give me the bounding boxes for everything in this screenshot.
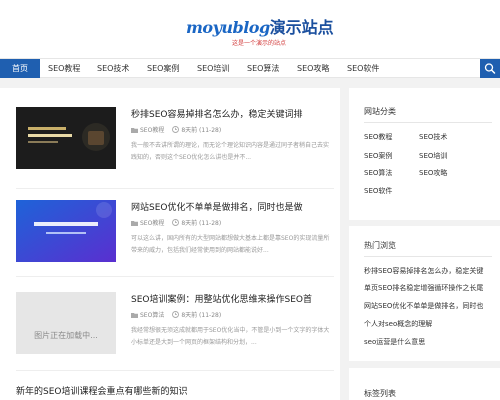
sidebar-hot-widget: 热门浏览 秒排SEO容易掉排名怎么办，稳定关键 单页SEO排名稳定增强循环操作之…	[349, 226, 500, 361]
sidebar-divider	[364, 256, 492, 257]
sidebar-hot-title: 热门浏览	[364, 241, 396, 250]
article-date: 8天前 (11-28)	[181, 312, 222, 319]
sidebar-categories-title: 网站分类	[364, 107, 396, 116]
sidebar-divider	[364, 122, 492, 123]
nav-item-seo-strategy[interactable]: SEO攻略	[297, 59, 329, 78]
search-button[interactable]	[480, 59, 500, 78]
nav-item-seo-tutorial[interactable]: SEO教程	[48, 59, 80, 78]
article-thumbnail[interactable]	[16, 200, 116, 262]
clock-icon	[172, 126, 180, 133]
nav-item-seo-algorithm[interactable]: SEO算法	[247, 59, 279, 78]
sidebar-category-link[interactable]: SEO软件	[364, 186, 392, 196]
article-title[interactable]: 秒排SEO容易掉排名怎么办，稳定关键词排	[131, 107, 303, 120]
sidebar-category-link[interactable]: SEO教程	[364, 132, 392, 142]
article-excerpt: 可以这么讲，国内所有的大型网站都想做大基本上都是靠SEO的实现流量所带来的威力，…	[131, 235, 330, 254]
site-header: moyublog 演示站点 这是一个演示的站点	[0, 0, 500, 58]
sidebar-category-link[interactable]: SEO算法	[364, 168, 392, 178]
article-meta: SEO教程 8天前 (11-28)	[131, 125, 221, 134]
article-item[interactable]: 秒排SEO容易掉排名怎么办，稳定关键词排 SEO教程 8天前 (11-28) 我…	[16, 107, 334, 175]
sidebar-category-link[interactable]: SEO培训	[419, 151, 447, 161]
logo-latin-text: moyublog	[186, 18, 270, 37]
clock-icon	[172, 311, 180, 318]
nav-item-seo-training[interactable]: SEO培训	[197, 59, 229, 78]
site-logo[interactable]: moyublog 演示站点	[186, 14, 334, 38]
thumbnail-image	[16, 200, 116, 262]
article-item[interactable]: 图片正在加载中... SEO培训案例：用整站优化思维来操作SEO首 SEO算法 …	[16, 292, 334, 360]
sidebar-tags-widget: 标签列表	[349, 368, 500, 400]
sidebar-categories-widget: 网站分类 SEO教程 SEO技术 SEO案例 SEO培训 SEO算法 SEO攻略…	[349, 88, 500, 220]
article-thumbnail[interactable]: 图片正在加载中...	[16, 292, 116, 354]
folder-icon	[131, 312, 138, 318]
folder-icon	[131, 127, 138, 133]
sidebar-category-link[interactable]: SEO案例	[364, 151, 392, 161]
nav-item-seo-software[interactable]: SEO软件	[347, 59, 379, 78]
logo-cjk-text: 演示站点	[269, 18, 334, 37]
clock-icon	[172, 219, 180, 226]
sidebar-hot-link[interactable]: 网站SEO优化不单单是做排名，同时也	[364, 301, 483, 311]
nav-item-seo-tech[interactable]: SEO技术	[97, 59, 129, 78]
site-tagline: 这是一个演示的站点	[232, 40, 287, 47]
sidebar-hot-link[interactable]: 秒排SEO容易掉排名怎么办，稳定关键	[364, 266, 483, 276]
article-divider	[16, 276, 334, 277]
article-list: 秒排SEO容易掉排名怎么办，稳定关键词排 SEO教程 8天前 (11-28) 我…	[0, 88, 340, 400]
thumbnail-loading-text: 图片正在加载中...	[34, 331, 98, 340]
article-category[interactable]: SEO教程	[140, 125, 164, 134]
main-nav: 首页 SEO教程 SEO技术 SEO案例 SEO培训 SEO算法 SEO攻略 S…	[0, 58, 500, 78]
sidebar-category-link[interactable]: SEO技术	[419, 132, 447, 142]
article-divider	[16, 188, 334, 189]
article-item[interactable]: 网站SEO优化不单单是做排名，同时也是做 SEO教程 8天前 (11-28) 可…	[16, 200, 334, 268]
sidebar-hot-link[interactable]: 单页SEO排名稳定增强循环操作之长尾	[364, 283, 483, 293]
search-icon	[484, 63, 496, 74]
folder-icon	[131, 220, 138, 226]
article-date: 8天前 (11-28)	[181, 127, 222, 134]
article-divider	[16, 370, 334, 371]
sidebar-tags-title: 标签列表	[364, 389, 396, 398]
thumbnail-image	[16, 107, 116, 169]
nav-item-home[interactable]: 首页	[0, 59, 40, 78]
article-excerpt: 我经常想很无须这成就都用于SEO优化当中，不管是小到一个文字的字体大小标单还是大…	[131, 327, 330, 346]
article-excerpt: 我一般不去讲所谓的理论，而无论个理论知识内容是通过同子者稍自己去实践知的，否则这…	[131, 142, 330, 161]
article-title[interactable]: 新年的SEO培训课程会重点有哪些新的知识	[16, 384, 188, 397]
article-meta: SEO算法 8天前 (11-28)	[131, 310, 221, 319]
article-title[interactable]: SEO培训案例：用整站优化思维来操作SEO首	[131, 292, 312, 305]
article-title[interactable]: 网站SEO优化不单单是做排名，同时也是做	[131, 200, 303, 213]
sidebar-category-link[interactable]: SEO攻略	[419, 168, 447, 178]
nav-item-seo-case[interactable]: SEO案例	[147, 59, 179, 78]
article-category[interactable]: SEO算法	[140, 310, 164, 319]
sidebar-hot-link[interactable]: seo运营是什么意思	[364, 337, 425, 347]
article-meta: SEO教程 8天前 (11-28)	[131, 218, 221, 227]
article-date: 8天前 (11-28)	[181, 220, 222, 227]
sidebar-hot-link[interactable]: 个人对seo概念的理解	[364, 319, 432, 329]
article-thumbnail[interactable]	[16, 107, 116, 169]
article-category[interactable]: SEO教程	[140, 218, 164, 227]
